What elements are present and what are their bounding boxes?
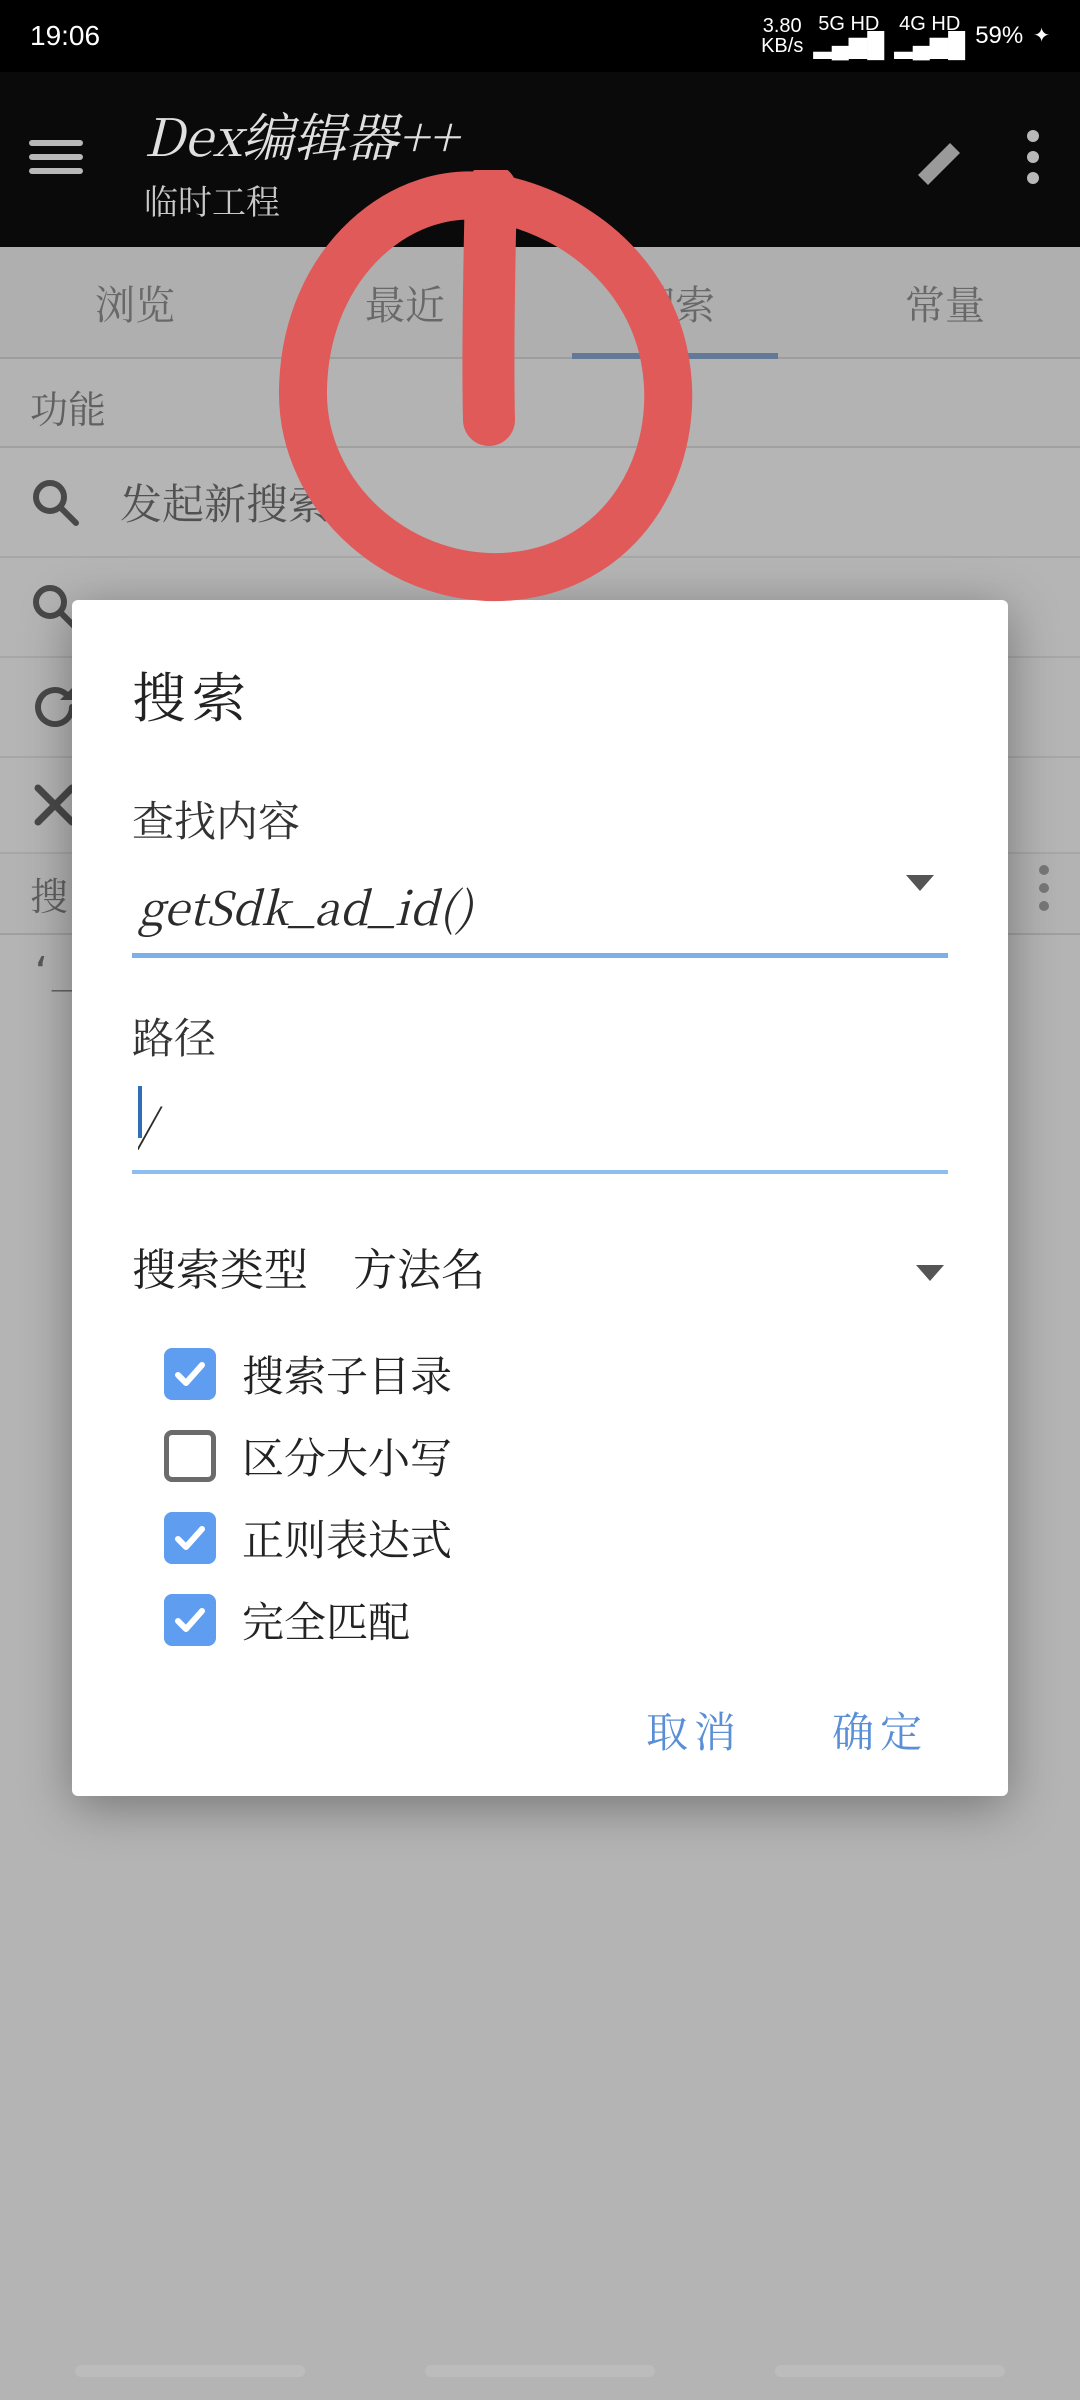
dialog-title: 搜索 [132,656,948,733]
battery-percent: 59% [975,24,1023,48]
path-label: 路径 [132,1006,948,1066]
cancel-button[interactable]: 取消 [646,1700,742,1760]
signal-2-bars-icon: ▂▄▆█ [894,34,965,58]
checkbox-icon [164,1348,216,1400]
dropdown-icon[interactable] [912,1234,948,1298]
nav-recent[interactable] [775,2365,1005,2377]
signal-1-label: 5G HD [818,14,879,34]
app-bar: Dex编辑器++ 临时工程 [0,72,1080,247]
battery-icon: ✦ [1033,26,1050,46]
app-title: Dex编辑器++ [144,96,906,171]
system-nav-bar [0,2342,1080,2400]
build-icon[interactable] [906,127,966,192]
menu-icon[interactable] [28,137,84,182]
check-case-label: 区分大小写 [242,1426,452,1486]
check-case[interactable]: 区分大小写 [164,1426,948,1486]
check-subdir[interactable]: 搜索子目录 [164,1344,948,1404]
search-type-value: 方法名 [353,1234,485,1298]
status-bar: 19:06 3.80 KB/s 5G HD ▂▄▆█ 4G HD ▂▄▆█ 59… [0,0,1080,72]
ok-button[interactable]: 确定 [832,1700,928,1760]
text-caret [138,1086,142,1138]
checkbox-icon [164,1430,216,1482]
find-label: 查找内容 [132,789,948,849]
check-exact[interactable]: 完全匹配 [164,1590,948,1650]
search-type-row[interactable]: 搜索类型 方法名 [132,1234,948,1298]
find-field[interactable] [132,863,948,958]
nav-back[interactable] [75,2365,305,2377]
find-input[interactable] [132,863,948,953]
status-time: 19:06 [30,20,100,52]
check-exact-label: 完全匹配 [242,1590,410,1650]
path-input[interactable] [132,1080,948,1170]
app-subtitle: 临时工程 [144,175,906,224]
net-speed-unit: KB/s [761,36,803,56]
path-field[interactable] [132,1080,948,1174]
search-type-label: 搜索类型 [132,1234,308,1298]
status-indicators: 3.80 KB/s 5G HD ▂▄▆█ 4G HD ▂▄▆█ 59% ✦ [761,14,1050,58]
net-speed: 3.80 [763,16,802,36]
dropdown-icon[interactable] [902,871,938,900]
signal-2-label: 4G HD [899,14,960,34]
more-vert-icon[interactable] [1026,129,1040,190]
nav-home[interactable] [425,2365,655,2377]
search-dialog: 搜索 查找内容 路径 搜索类型 方法名 搜索子目录 区分大小写 [72,600,1008,1796]
check-regex-label: 正则表达式 [242,1508,452,1568]
checkbox-icon [164,1512,216,1564]
signal-1-bars-icon: ▂▄▆█ [813,34,884,58]
check-subdir-label: 搜索子目录 [242,1344,452,1404]
check-regex[interactable]: 正则表达式 [164,1508,948,1568]
checkbox-icon [164,1594,216,1646]
